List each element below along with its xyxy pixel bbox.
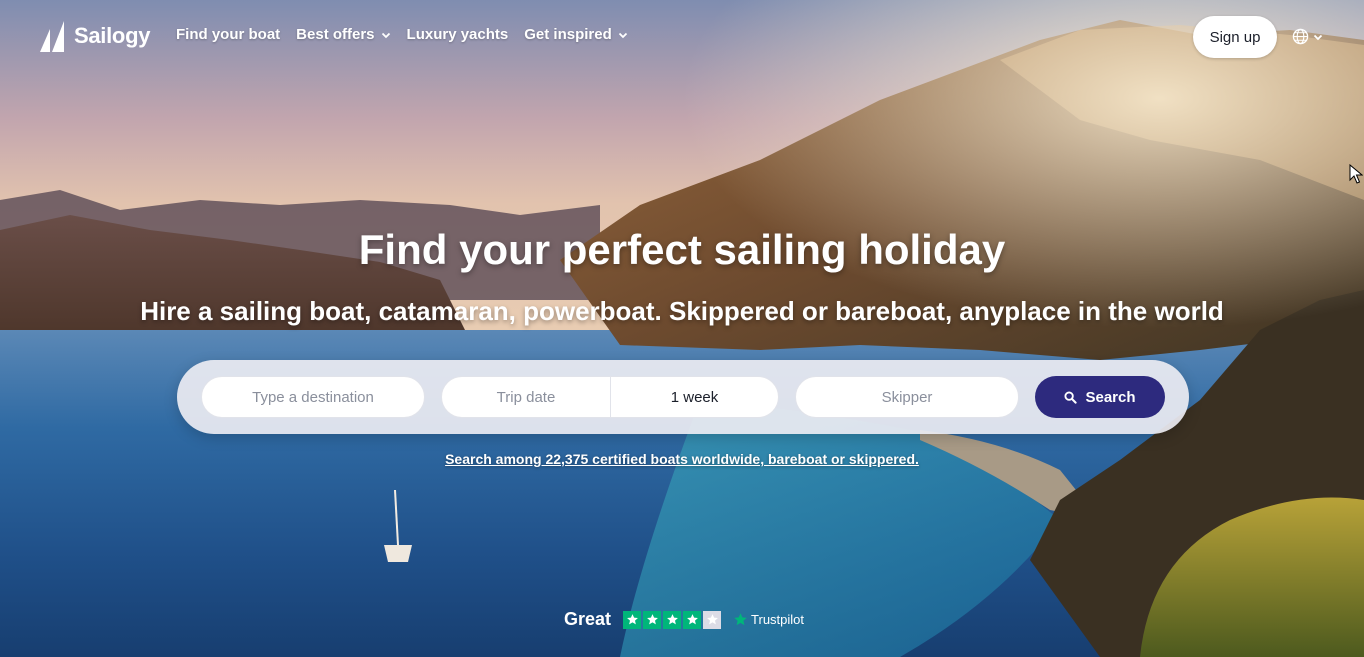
- star-empty-icon: [703, 610, 722, 629]
- star-icon: [683, 610, 702, 629]
- destination-placeholder: Type a destination: [252, 388, 374, 406]
- trustpilot-rating-label: Great: [564, 609, 612, 629]
- trustpilot-star-icon: [734, 613, 747, 626]
- search-button[interactable]: Search: [1035, 376, 1165, 418]
- trip-date-field[interactable]: Trip date: [441, 376, 611, 418]
- chevron-down-icon: [381, 32, 390, 38]
- star-icon: [663, 610, 682, 629]
- nav-best-offers[interactable]: Best offers: [296, 26, 390, 43]
- sailogy-logo[interactable]: Sailogy: [40, 18, 150, 54]
- trip-date-placeholder: Trip date: [496, 388, 556, 406]
- nav-get-inspired[interactable]: Get inspired: [524, 26, 628, 43]
- nav-find-your-boat-label: Find your boat: [176, 26, 281, 43]
- trustpilot-logo: Trustpilot: [733, 612, 804, 627]
- chevron-down-icon: [618, 32, 627, 38]
- mouse-cursor-icon: [1349, 164, 1363, 184]
- duration-select[interactable]: 1 week: [610, 376, 779, 418]
- brand-name: Sailogy: [74, 23, 151, 48]
- duration-value: 1 week: [670, 388, 719, 406]
- trustpilot-widget[interactable]: Great Trustpilot: [564, 609, 804, 630]
- trustpilot-brand: Trustpilot: [751, 612, 805, 627]
- trustpilot-stars: [623, 610, 722, 629]
- nav-luxury-yachts[interactable]: Luxury yachts: [407, 26, 509, 43]
- language-selector[interactable]: [1292, 28, 1323, 45]
- nav-find-your-boat[interactable]: Find your boat: [176, 26, 280, 43]
- chevron-down-icon: [1313, 34, 1323, 40]
- globe-icon: [1292, 28, 1309, 45]
- top-navigation: Sailogy Find your boat Best offers Luxur…: [0, 0, 1364, 74]
- hero-title: Find your perfect sailing holiday: [358, 226, 1006, 273]
- star-icon: [623, 610, 642, 629]
- search-button-label: Search: [1085, 388, 1136, 406]
- hero-subtitle: Hire a sailing boat, catamaran, powerboa…: [140, 296, 1224, 326]
- destination-input[interactable]: Type a destination: [201, 376, 425, 418]
- hero-background-image: [0, 0, 1364, 657]
- sign-up-button[interactable]: Sign up: [1193, 16, 1277, 58]
- search-tagline-link[interactable]: Search among 22,375 certified boats worl…: [0, 451, 1364, 467]
- search-icon: [1064, 390, 1078, 404]
- skipper-select[interactable]: Skipper: [795, 376, 1019, 418]
- nav-best-offers-label: Best offers: [296, 26, 375, 43]
- skipper-placeholder: Skipper: [881, 388, 933, 406]
- sail-logo-icon: [40, 21, 64, 52]
- hero-section: Sailogy Find your boat Best offers Luxur…: [0, 0, 1364, 657]
- star-icon: [643, 610, 662, 629]
- main-menu: Find your boat Best offers Luxury yachts…: [176, 26, 628, 43]
- search-bar: Type a destination Trip date 1 week Skip…: [177, 360, 1189, 434]
- nav-get-inspired-label: Get inspired: [524, 26, 612, 43]
- nav-luxury-yachts-label: Luxury yachts: [406, 26, 509, 43]
